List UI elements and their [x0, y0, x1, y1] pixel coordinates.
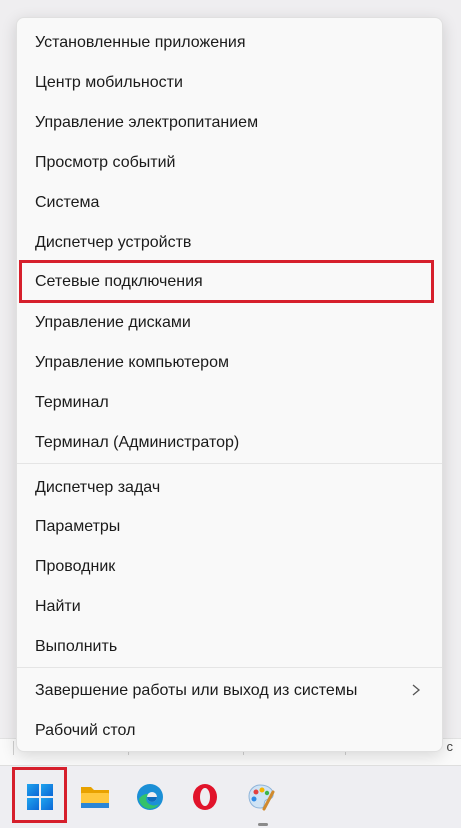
opera-button[interactable]	[186, 778, 224, 816]
menu-item-run[interactable]: Выполнить	[17, 627, 442, 667]
menu-item-label: Параметры	[35, 518, 121, 535]
background-partial-text: c	[446, 739, 454, 754]
opera-icon	[193, 784, 217, 810]
menu-item-label: Установленные приложения	[35, 34, 246, 51]
edge-button[interactable]	[131, 778, 169, 816]
menu-item-disk-management[interactable]: Управление дисками	[17, 303, 442, 343]
background-divider	[13, 741, 14, 755]
menu-item-power-options[interactable]: Управление электропитанием	[17, 103, 442, 143]
edge-icon	[137, 784, 163, 810]
menu-item-terminal[interactable]: Терминал	[17, 383, 442, 423]
running-app-indicator	[258, 823, 268, 826]
taskbar	[0, 765, 461, 828]
menu-item-label: Завершение работы или выход из системы	[35, 682, 358, 699]
winx-context-menu: Установленные приложения Центр мобильнос…	[16, 17, 443, 752]
menu-item-label: Терминал	[35, 394, 109, 411]
menu-item-label: Просмотр событий	[35, 154, 176, 171]
start-button[interactable]	[21, 778, 59, 816]
menu-separator	[17, 463, 442, 464]
menu-item-network-connections[interactable]: Сетевые подключения	[19, 260, 434, 303]
menu-item-label: Система	[35, 194, 100, 211]
menu-item-task-manager[interactable]: Диспетчер задач	[17, 468, 442, 508]
menu-separator	[17, 667, 442, 668]
menu-item-label: Диспетчер устройств	[35, 234, 192, 251]
menu-item-label: Сетевые подключения	[35, 272, 203, 290]
menu-item-device-manager[interactable]: Диспетчер устройств	[17, 223, 442, 263]
menu-item-system[interactable]: Система	[17, 183, 442, 223]
menu-item-label: Центр мобильности	[35, 74, 183, 91]
menu-item-installed-apps[interactable]: Установленные приложения	[17, 23, 442, 63]
menu-item-file-explorer[interactable]: Проводник	[17, 547, 442, 587]
menu-item-label: Диспетчер задач	[35, 479, 161, 496]
menu-item-search[interactable]: Найти	[17, 587, 442, 627]
menu-item-label: Управление дисками	[35, 314, 191, 331]
menu-item-terminal-admin[interactable]: Терминал (Администратор)	[17, 423, 442, 463]
file-explorer-icon	[81, 787, 109, 808]
menu-item-label: Управление компьютером	[35, 354, 229, 371]
menu-item-computer-management[interactable]: Управление компьютером	[17, 343, 442, 383]
menu-item-shutdown-signout[interactable]: Завершение работы или выход из системы	[17, 671, 442, 711]
file-explorer-button[interactable]	[76, 778, 114, 816]
menu-item-label: Рабочий стол	[35, 722, 136, 739]
menu-item-settings[interactable]: Параметры	[17, 507, 442, 547]
chevron-right-icon	[412, 684, 421, 696]
menu-item-label: Терминал (Администратор)	[35, 434, 240, 451]
menu-item-mobility-center[interactable]: Центр мобильности	[17, 63, 442, 103]
windows-start-icon	[27, 784, 53, 810]
menu-item-desktop[interactable]: Рабочий стол	[17, 711, 442, 751]
paint-icon	[248, 784, 275, 811]
paint-button[interactable]	[242, 778, 280, 816]
menu-item-label: Найти	[35, 598, 81, 615]
menu-item-label: Выполнить	[35, 638, 118, 655]
menu-item-label: Управление электропитанием	[35, 114, 259, 131]
menu-item-label: Проводник	[35, 558, 116, 575]
menu-item-event-viewer[interactable]: Просмотр событий	[17, 143, 442, 183]
